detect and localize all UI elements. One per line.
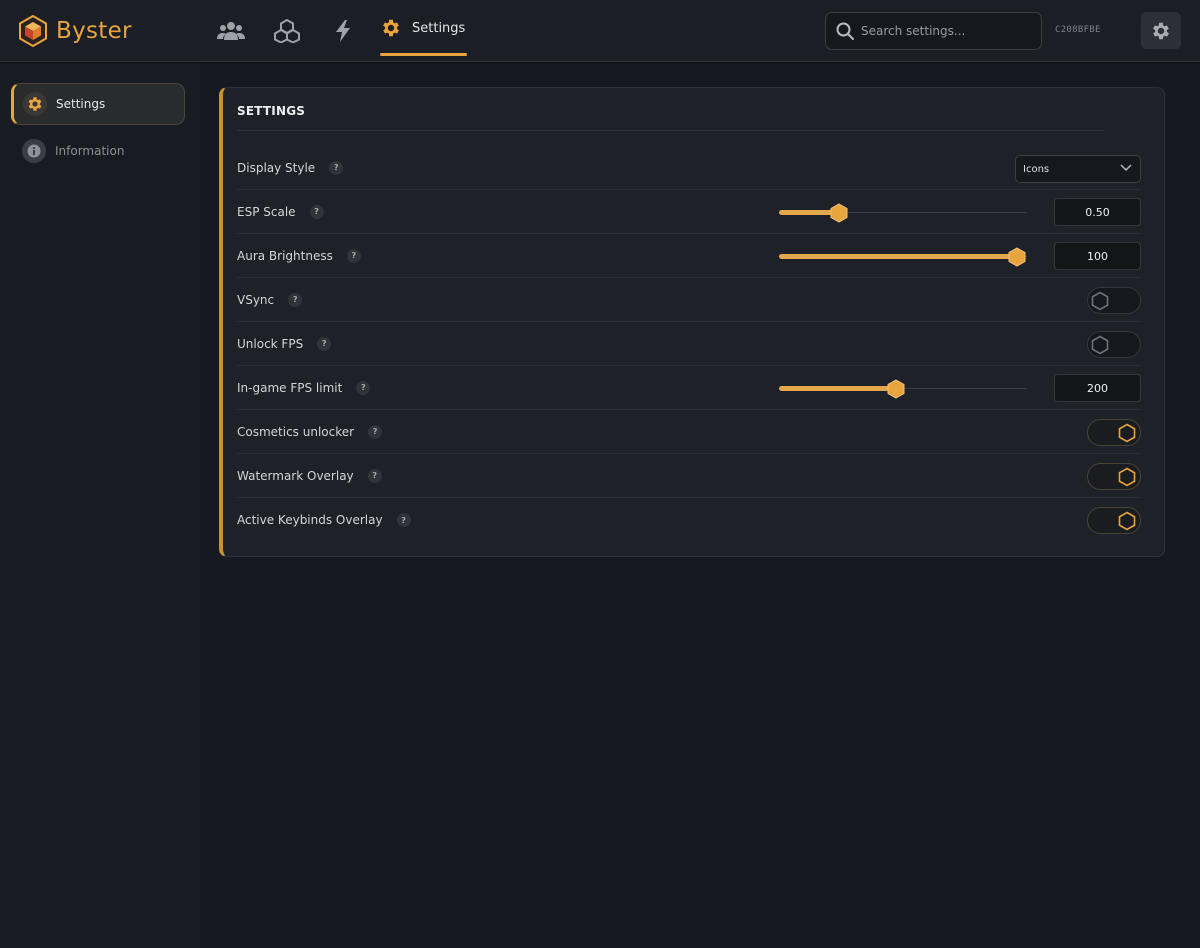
app-logo[interactable]: Byster [18,15,132,47]
slider-thumb[interactable] [1007,247,1027,267]
hexagon-knob-icon [1118,423,1136,443]
divider [237,130,1105,131]
help-icon[interactable]: ? [356,380,371,395]
setting-label: Active Keybinds Overlay [237,513,383,527]
setting-row-active-keybinds-overlay: Active Keybinds Overlay ? [237,498,1141,542]
gear-icon [383,19,399,37]
setting-label: Unlock FPS [237,336,304,351]
bolt-icon [336,20,350,42]
sidebar-item-label: Information [55,144,125,158]
setting-row-watermark-overlay: Watermark Overlay ? [237,454,1141,498]
help-icon[interactable]: ? [309,204,324,219]
fps-limit-slider[interactable] [779,379,1027,399]
setting-label: Cosmetics unlocker [237,424,355,439]
cosmetics-unlocker-toggle[interactable] [1087,419,1141,446]
setting-row-unlock-fps: Unlock FPS ? [237,322,1141,366]
search-icon [836,22,854,40]
top-bar: Byster Settings Search settings... C208B… [0,0,1200,62]
help-icon[interactable]: ? [346,248,361,263]
setting-label: ESP Scale [237,204,296,219]
setting-label: Display Style [237,160,316,175]
setting-row-fps-limit: In-game FPS limit ? 200 [237,366,1141,410]
chevron-down-icon [1120,164,1132,172]
hexagon-knob-icon [1118,467,1136,487]
search-input[interactable] [861,24,1031,38]
gear-icon [23,92,47,116]
aura-brightness-slider[interactable] [779,247,1027,267]
hexagon-knob-icon [1118,511,1136,531]
help-icon[interactable]: ? [329,160,344,175]
setting-row-esp-scale: ESP Scale ? 0.50 [237,190,1141,234]
sidebar-item-information[interactable]: Information [11,130,185,172]
search-box[interactable] [825,12,1042,50]
cubes-icon [274,19,300,43]
setting-label: Watermark Overlay [237,468,354,483]
slider-fill [779,254,1018,259]
nav-bolt[interactable] [329,17,357,45]
slider-thumb[interactable] [886,379,906,399]
vsync-toggle[interactable] [1087,287,1141,314]
sidebar: Settings Information [0,63,200,948]
hwid-label: C208BFBE [1055,25,1101,35]
setting-label: Aura Brightness [237,248,333,263]
sidebar-item-settings[interactable]: Settings [11,83,185,125]
help-icon[interactable]: ? [367,468,382,483]
tab-settings-label: Settings [412,20,466,36]
select-value: Icons [1023,163,1050,175]
tab-settings[interactable]: Settings [380,0,467,56]
panel-title: SETTINGS [237,104,306,118]
hexagon-knob-icon [1091,335,1109,355]
sidebar-item-label: Settings [56,97,106,111]
info-icon [22,139,46,163]
active-keybinds-overlay-toggle[interactable] [1087,507,1141,534]
help-icon[interactable]: ? [288,292,303,307]
unlock-fps-toggle[interactable] [1087,331,1141,358]
setting-row-display-style: Display Style ? Icons [237,146,1141,190]
byster-logo-icon [19,15,47,47]
setting-row-aura-brightness: Aura Brightness ? 100 [237,234,1141,278]
setting-label: VSync [237,292,275,307]
nav-users[interactable] [217,17,245,45]
help-icon[interactable]: ? [317,336,332,351]
display-style-select[interactable]: Icons [1015,155,1141,183]
esp-scale-slider[interactable] [779,203,1027,223]
setting-row-vsync: VSync ? [237,278,1141,322]
hexagon-knob-icon [1091,291,1109,311]
setting-label: In-game FPS limit [237,380,343,395]
help-icon[interactable]: ? [396,513,411,527]
nav-modules[interactable] [273,17,301,45]
slider-fill [779,386,896,391]
gear-icon [1153,22,1169,39]
esp-scale-value-input[interactable]: 0.50 [1054,198,1141,226]
setting-row-cosmetics-unlocker: Cosmetics unlocker ? [237,410,1141,454]
app-name: Byster [56,18,132,44]
watermark-overlay-toggle[interactable] [1087,463,1141,490]
users-icon [217,22,245,40]
help-icon[interactable]: ? [368,424,383,439]
global-settings-button[interactable] [1141,12,1181,49]
settings-panel: SETTINGS Display Style ? Icons ESP Scale… [219,87,1165,557]
aura-brightness-value-input[interactable]: 100 [1054,242,1141,270]
fps-limit-value-input[interactable]: 200 [1054,374,1141,402]
slider-thumb[interactable] [829,203,849,223]
